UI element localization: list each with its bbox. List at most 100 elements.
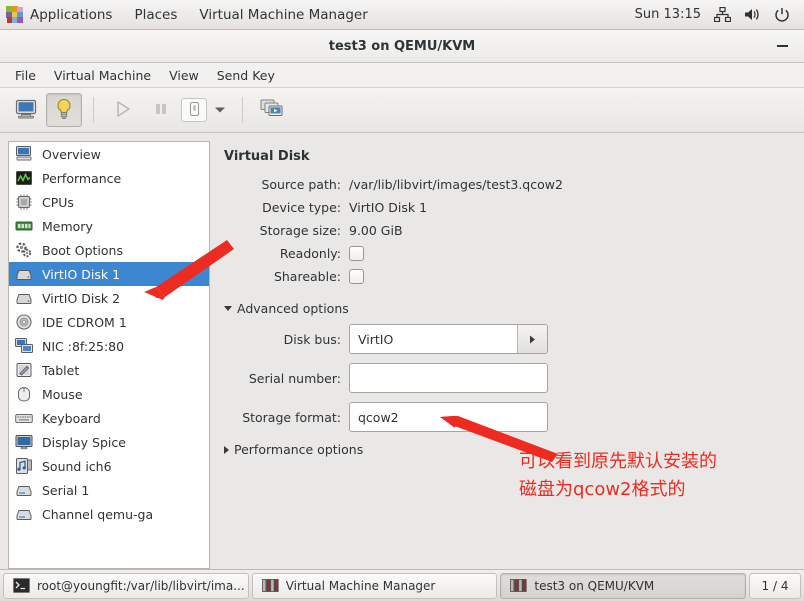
menu-send-key[interactable]: Send Key — [208, 65, 284, 86]
shareable-checkbox[interactable] — [349, 268, 364, 284]
triangle-down-icon — [224, 306, 232, 311]
pause-button[interactable] — [143, 93, 179, 127]
storage-format-input[interactable]: qcow2 — [349, 402, 548, 432]
display-icon — [15, 433, 33, 451]
panel-item-vmm-label: Virtual Machine Manager — [199, 6, 368, 23]
shutdown-menu-button[interactable] — [209, 93, 231, 127]
taskbar: root@youngfit:/var/lib/libvirt/ima... Vi… — [0, 569, 804, 601]
row-serial-number: Serial number: — [224, 363, 804, 393]
serial-number-label: Serial number: — [248, 370, 341, 386]
field-readonly: Readonly: — [224, 242, 804, 264]
field-label: Readonly: — [279, 245, 341, 261]
menu-view[interactable]: View — [160, 65, 208, 86]
console-view-button[interactable] — [8, 93, 44, 127]
window-body: Overview Performance CPUs Memory Boot Op… — [0, 133, 804, 569]
disk-bus-label: Disk bus: — [283, 331, 341, 347]
row-disk-bus: Disk bus: VirtIO — [224, 324, 804, 354]
sidebar-label: CPUs — [42, 194, 74, 210]
field-label: Device type: — [262, 199, 341, 215]
panel-menus: Applications Places Virtual Machine Mana… — [0, 0, 379, 29]
sound-icon — [15, 457, 33, 475]
advanced-options-expander[interactable]: Advanced options — [224, 301, 804, 316]
panel-item-places[interactable]: Places — [123, 0, 188, 29]
field-label: Shareable: — [273, 268, 341, 284]
snapshots-button[interactable] — [254, 93, 290, 127]
serial-icon — [15, 481, 33, 499]
workspace-pager[interactable]: 1 / 4 — [749, 572, 801, 599]
advanced-options-label: Advanced options — [237, 301, 349, 316]
sidebar-item-nic[interactable]: NIC :8f:25:80 — [9, 334, 209, 358]
run-button[interactable] — [105, 93, 141, 127]
volume-icon[interactable] — [744, 7, 761, 22]
field-label: Source path: — [261, 176, 341, 192]
window-titlebar: test3 on QEMU/KVM — [0, 30, 804, 63]
sidebar-item-display-spice[interactable]: Display Spice — [9, 430, 209, 454]
lightbulb-icon — [54, 98, 74, 123]
panel-item-applications[interactable]: Applications — [0, 0, 123, 29]
cpu-icon — [15, 193, 33, 211]
chevron-right-icon[interactable] — [517, 325, 547, 353]
vmm-icon — [261, 579, 279, 592]
sidebar-item-ide-cdrom-1[interactable]: IDE CDROM 1 — [9, 310, 209, 334]
snapshots-icon — [260, 99, 284, 122]
field-device-type: Device type: VirtIO Disk 1 — [224, 196, 804, 218]
toolbar-separator-2 — [242, 97, 243, 123]
disk-bus-combobox[interactable]: VirtIO — [349, 324, 548, 354]
cdrom-icon — [15, 313, 33, 331]
toolbar-separator-1 — [93, 97, 94, 123]
play-icon — [114, 100, 132, 121]
serial-number-input[interactable] — [349, 363, 548, 393]
sidebar-label: Channel qemu-ga — [42, 506, 154, 522]
menu-virtual-machine[interactable]: Virtual Machine — [45, 65, 160, 86]
monitor-icon — [15, 99, 37, 122]
minimize-icon[interactable] — [770, 34, 794, 58]
sidebar-item-boot-options[interactable]: Boot Options — [9, 238, 209, 262]
sidebar-item-performance[interactable]: Performance — [9, 166, 209, 190]
sidebar-item-tablet[interactable]: Tablet — [9, 358, 209, 382]
sidebar-label: Sound ich6 — [42, 458, 112, 474]
screen: Applications Places Virtual Machine Mana… — [0, 0, 804, 601]
taskbar-item-test3[interactable]: test3 on QEMU/KVM — [500, 572, 747, 599]
details-view-button[interactable] — [46, 93, 82, 127]
harddisk-icon — [15, 289, 33, 307]
performance-options-expander[interactable]: Performance options — [224, 442, 804, 457]
sidebar-item-virtio-disk-1[interactable]: VirtIO Disk 1 — [9, 262, 209, 286]
panel-item-virtual-machine-manager[interactable]: Virtual Machine Manager — [188, 0, 378, 29]
field-label: Storage size: — [259, 222, 341, 238]
mouse-icon — [15, 385, 33, 403]
sidebar-item-cpus[interactable]: CPUs — [9, 190, 209, 214]
taskbar-item-label: root@youngfit:/var/lib/libvirt/ima... — [37, 578, 245, 593]
taskbar-item-vmm[interactable]: Virtual Machine Manager — [251, 572, 498, 599]
panel-clock[interactable]: Sun 13:15 — [635, 7, 701, 22]
menu-file[interactable]: File — [6, 65, 45, 86]
sidebar-item-keyboard[interactable]: Keyboard — [9, 406, 209, 430]
sidebar-item-memory[interactable]: Memory — [9, 214, 209, 238]
menubar: File Virtual Machine View Send Key — [0, 63, 804, 88]
window-title: test3 on QEMU/KVM — [328, 38, 476, 54]
sidebar-item-virtio-disk-2[interactable]: VirtIO Disk 2 — [9, 286, 209, 310]
hardware-list[interactable]: Overview Performance CPUs Memory Boot Op… — [8, 141, 210, 569]
virtual-disk-detail-pane: Virtual Disk Source path: /var/lib/libvi… — [210, 141, 804, 569]
sidebar-label: IDE CDROM 1 — [42, 314, 127, 330]
computer-icon — [15, 145, 33, 163]
gears-icon — [15, 241, 33, 259]
power-icon[interactable] — [774, 7, 790, 23]
row-storage-format: Storage format: qcow2 — [224, 402, 804, 432]
sidebar-item-mouse[interactable]: Mouse — [9, 382, 209, 406]
shutdown-button[interactable] — [181, 98, 207, 122]
panel-item-applications-label: Applications — [30, 6, 113, 23]
sidebar-item-serial-1[interactable]: Serial 1 — [9, 478, 209, 502]
field-value: /var/lib/libvirt/images/test3.qcow2 — [349, 176, 563, 192]
performance-options-label: Performance options — [234, 442, 364, 457]
readonly-checkbox[interactable] — [349, 245, 364, 261]
sidebar-item-sound[interactable]: Sound ich6 — [9, 454, 209, 478]
sidebar-label: Tablet — [42, 362, 80, 378]
sidebar-item-channel-qemu-ga[interactable]: Channel qemu-ga — [9, 502, 209, 526]
gnome-top-panel: Applications Places Virtual Machine Mana… — [0, 0, 804, 30]
sidebar-item-overview[interactable]: Overview — [9, 142, 209, 166]
annotation-note-line-1: 可以看到原先默认安装的 — [519, 451, 717, 472]
sidebar-label: Boot Options — [42, 242, 123, 258]
sidebar-label: VirtIO Disk 2 — [42, 290, 121, 306]
network-icon[interactable] — [714, 7, 731, 22]
taskbar-item-terminal[interactable]: root@youngfit:/var/lib/libvirt/ima... — [3, 572, 249, 599]
